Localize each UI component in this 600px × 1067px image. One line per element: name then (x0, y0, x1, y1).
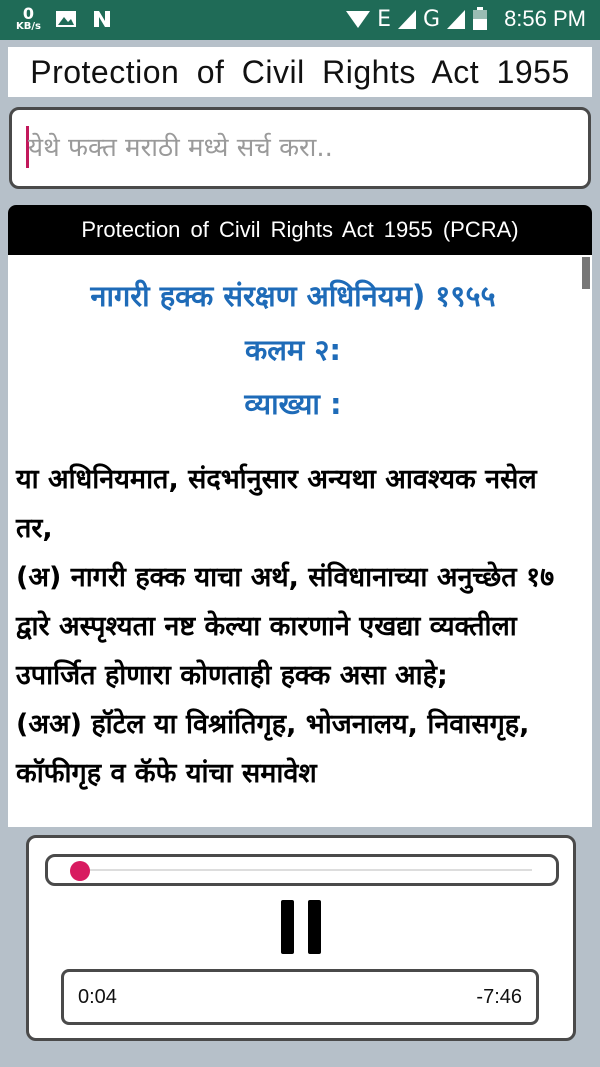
search-input[interactable] (26, 120, 570, 176)
scrollbar-thumb[interactable] (582, 257, 590, 289)
time-display: 0:04 -7:46 (61, 969, 539, 1025)
status-bar: 0 KB/s E G 8:56 PM (0, 0, 600, 40)
seek-track (72, 869, 532, 871)
battery-icon (473, 7, 488, 30)
pause-button[interactable] (281, 900, 321, 954)
section-body-text: या अधिनियमात, संदर्भानुसार अन्यथा आवश्यक… (16, 464, 555, 789)
wifi-icon (346, 11, 371, 28)
clock: 8:56 PM (504, 6, 586, 31)
section-heading-definitions: व्याख्या : (244, 387, 342, 421)
signal-icon-2 (447, 10, 466, 29)
pause-icon-right-bar (308, 900, 321, 954)
network-type-g: G (423, 6, 441, 32)
network-speed-value: 0 (22, 4, 35, 23)
search-box[interactable] (9, 107, 591, 189)
network-speed-unit: KB/s (16, 21, 41, 32)
seek-thumb[interactable] (70, 861, 90, 881)
content-body[interactable]: नागरी हक्क संरक्षण अधिनियम) १९५५ कलम २: … (8, 255, 578, 827)
audio-player: 0:04 -7:46 (26, 835, 576, 1041)
network-speed: 0 KB/s (16, 6, 41, 32)
section-heading-clause: कलम २: (244, 333, 342, 367)
n-app-icon (93, 11, 110, 27)
remaining-time: -7:46 (476, 986, 522, 1008)
section-heading-act: नागरी हक्क संरक्षण अधिनियम) १९५५ (90, 279, 496, 313)
signal-icon (398, 10, 416, 29)
content-card: Protection of Civil Rights Act 1955 (PCR… (8, 205, 592, 827)
current-time: 0:04 (78, 986, 117, 1008)
pause-icon-left-bar (281, 900, 294, 954)
app-title: Protection of Civil Rights Act 1955 (8, 47, 592, 97)
content-header: Protection of Civil Rights Act 1955 (PCR… (8, 205, 592, 255)
seek-bar[interactable] (45, 854, 559, 886)
image-icon (55, 11, 76, 27)
network-type-e: E (377, 6, 391, 32)
